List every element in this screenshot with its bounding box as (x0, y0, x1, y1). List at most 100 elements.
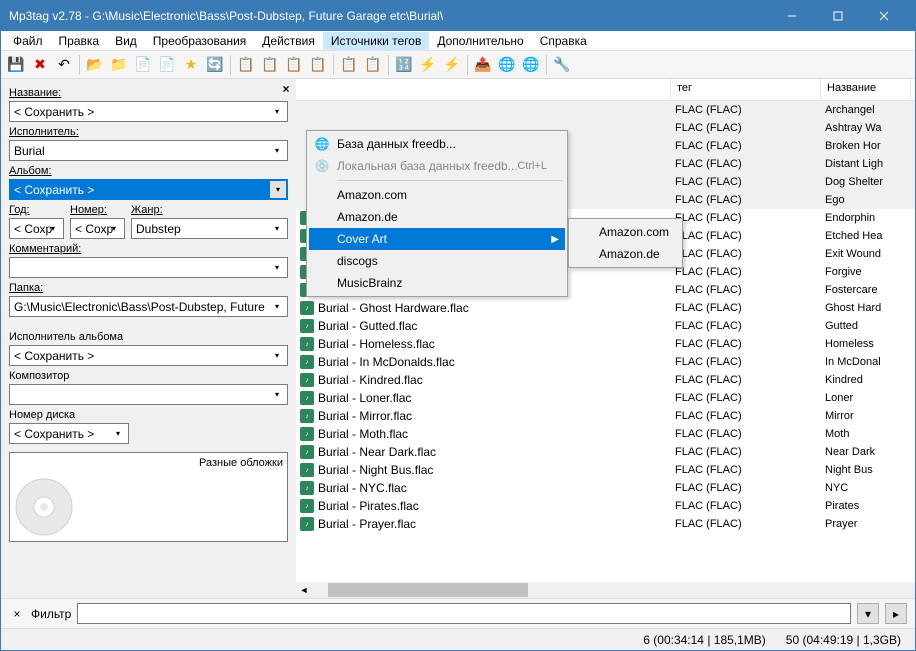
tag-file-button[interactable]: 📋 (235, 54, 257, 76)
composer-combo[interactable]: ▾ (9, 384, 288, 405)
audio-file-icon: ♪ (300, 463, 314, 477)
menu-правка[interactable]: Правка (51, 32, 108, 50)
column-header[interactable]: Название (821, 79, 911, 100)
folder-combo[interactable]: G:\Music\Electronic\Bass\Post-Dubstep, F… (9, 296, 288, 317)
audio-file-icon: ♪ (300, 355, 314, 369)
filter-close-button[interactable]: × (9, 606, 25, 622)
audio-file-icon: ♪ (300, 517, 314, 531)
horizontal-scrollbar[interactable]: ◄ (296, 582, 915, 598)
column-header[interactable] (296, 79, 671, 100)
table-row[interactable]: ♪Burial - Gutted.flacFLAC (FLAC)Gutted (296, 317, 915, 335)
menu-файл[interactable]: Файл (5, 32, 51, 50)
tag-tag-button[interactable]: 📋 (307, 54, 329, 76)
comment-combo[interactable]: ▾ (9, 257, 288, 278)
discnum-label: Номер диска (9, 409, 288, 421)
tag-panel: × Название: < Сохранить >▾ Исполнитель: … (1, 79, 296, 598)
filter-input[interactable] (77, 603, 851, 624)
cd-icon (14, 477, 74, 537)
table-row[interactable]: ♪Burial - Prayer.flacFLAC (FLAC)Prayer (296, 515, 915, 533)
table-row[interactable]: ♪Burial - Ghost Hardware.flacFLAC (FLAC)… (296, 299, 915, 317)
titlebar: Mp3tag v2.78 - G:\Music\Electronic\Bass\… (1, 1, 915, 31)
menu-вид[interactable]: Вид (107, 32, 145, 50)
menu-дополнительно[interactable]: Дополнительно (429, 32, 531, 50)
export-button[interactable]: 📤 (472, 54, 494, 76)
table-row[interactable]: ♪Burial - Mirror.flacFLAC (FLAC)Mirror (296, 407, 915, 425)
actions-button[interactable]: ⚡ (417, 54, 439, 76)
copy-button[interactable]: 📋 (338, 54, 360, 76)
table-row[interactable]: ♪Burial - NYC.flacFLAC (FLAC)NYC (296, 479, 915, 497)
playlist-button[interactable]: 📄 (132, 54, 154, 76)
albumartist-label: Исполнитель альбома (9, 331, 288, 343)
refresh-button[interactable]: 🔄 (204, 54, 226, 76)
filter-dropdown-button[interactable]: ▾ (857, 603, 879, 624)
menubar: ФайлПравкаВидПреобразованияДействияИсточ… (1, 31, 915, 51)
menu-item: 💿Локальная база данных freedb...Ctrl+L (309, 155, 565, 177)
audio-file-icon: ♪ (300, 373, 314, 387)
menu-преобразования[interactable]: Преобразования (145, 32, 255, 50)
audio-file-icon: ♪ (300, 391, 314, 405)
file-tag-button[interactable]: 📋 (259, 54, 281, 76)
list-header: тегНазвание (296, 79, 915, 101)
open-folder-button[interactable]: 📂 (84, 54, 106, 76)
table-row[interactable]: ♪Burial - In McDonalds.flacFLAC (FLAC)In… (296, 353, 915, 371)
paste-button[interactable]: 📋 (362, 54, 384, 76)
menu-действия[interactable]: Действия (254, 32, 323, 50)
menu-item[interactable]: Cover Art▶ (309, 228, 565, 250)
undo-button[interactable]: ↶ (53, 54, 75, 76)
genre-combo[interactable]: Dubstep▾ (131, 218, 288, 239)
menu-item[interactable]: 🌐База данных freedb... (309, 133, 565, 155)
albumartist-combo[interactable]: < Сохранить >▾ (9, 345, 288, 366)
add-folder-button[interactable]: 📁 (108, 54, 130, 76)
table-row[interactable]: ♪Burial - Near Dark.flacFLAC (FLAC)Near … (296, 443, 915, 461)
filter-go-button[interactable]: ▸ (885, 603, 907, 624)
maximize-button[interactable] (815, 1, 861, 31)
submenu-item[interactable]: Amazon.com (571, 221, 680, 243)
table-row[interactable]: ♪Burial - Moth.flacFLAC (FLAC)Moth (296, 425, 915, 443)
main-area: × Название: < Сохранить >▾ Исполнитель: … (1, 79, 915, 598)
column-header[interactable]: тег (671, 79, 821, 100)
table-row[interactable]: ♪Burial - Night Bus.flacFLAC (FLAC)Night… (296, 461, 915, 479)
audio-file-icon: ♪ (300, 445, 314, 459)
cover-art-box[interactable]: Разные обложки (9, 452, 288, 542)
freedb-button[interactable]: 🌐 (496, 54, 518, 76)
discnum-combo[interactable]: < Сохранить >▾ (9, 423, 129, 444)
menu-item[interactable]: discogs (309, 250, 565, 272)
year-label: Год: (9, 204, 64, 216)
menu-источники тегов[interactable]: Источники тегов (323, 32, 429, 50)
close-button[interactable] (861, 1, 907, 31)
track-combo[interactable]: < Сохр▾ (70, 218, 125, 239)
tag-sources-menu: 🌐База данных freedb...💿Локальная база да… (306, 130, 568, 297)
quick-action-button[interactable]: ⚡ (441, 54, 463, 76)
table-row[interactable]: FLAC (FLAC)Archangel (296, 101, 915, 119)
menu-item[interactable]: MusicBrainz (309, 272, 565, 294)
audio-file-icon: ♪ (300, 427, 314, 441)
tools-button[interactable]: 🔧 (551, 54, 573, 76)
submenu-item[interactable]: Amazon.de (571, 243, 680, 265)
panel-close-button[interactable]: × (278, 81, 294, 97)
number-button[interactable]: 🔢 (393, 54, 415, 76)
favorite-button[interactable]: ★ (180, 54, 202, 76)
title-combo[interactable]: < Сохранить >▾ (9, 101, 288, 122)
table-row[interactable]: ♪Burial - Loner.flacFLAC (FLAC)Loner (296, 389, 915, 407)
audio-file-icon: ♪ (300, 499, 314, 513)
table-row[interactable]: ♪Burial - Pirates.flacFLAC (FLAC)Pirates (296, 497, 915, 515)
table-row[interactable]: ♪Burial - Kindred.flacFLAC (FLAC)Kindred (296, 371, 915, 389)
table-row[interactable]: ♪Burial - Homeless.flacFLAC (FLAC)Homele… (296, 335, 915, 353)
playlist2-button[interactable]: 📄 (156, 54, 178, 76)
text-file-button[interactable]: 📋 (283, 54, 305, 76)
artist-label: Исполнитель: (9, 126, 288, 138)
audio-file-icon: ♪ (300, 409, 314, 423)
minimize-button[interactable] (769, 1, 815, 31)
genre-label: Жанр: (131, 204, 288, 216)
save-button[interactable]: 💾 (5, 54, 27, 76)
menu-item[interactable]: Amazon.com (309, 184, 565, 206)
delete-button[interactable]: ✖ (29, 54, 51, 76)
titlebar-text: Mp3tag v2.78 - G:\Music\Electronic\Bass\… (9, 9, 769, 23)
menu-справка[interactable]: Справка (532, 32, 595, 50)
album-combo[interactable]: < Сохранить >▾ (9, 179, 288, 200)
year-combo[interactable]: < Сохр▾ (9, 218, 64, 239)
audio-file-icon: ♪ (300, 301, 314, 315)
websources-button[interactable]: 🌐 (520, 54, 542, 76)
menu-item[interactable]: Amazon.de (309, 206, 565, 228)
artist-combo[interactable]: Burial▾ (9, 140, 288, 161)
